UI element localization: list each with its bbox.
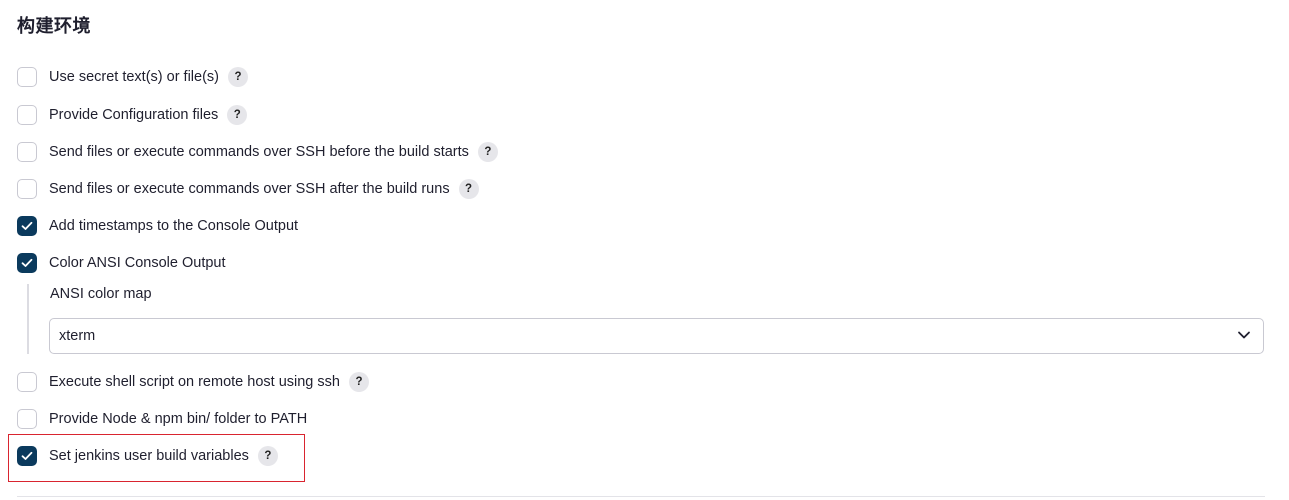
nested-section-indicator [27, 284, 29, 354]
option-use-secret-text[interactable]: Use secret text(s) or file(s) ? [17, 65, 248, 89]
select-value: xterm [59, 328, 96, 344]
option-label: Execute shell script on remote host usin… [49, 374, 340, 390]
checkbox-checked[interactable] [17, 216, 37, 236]
option-ssh-before-build[interactable]: Send files or execute commands over SSH … [17, 140, 498, 164]
checkbox[interactable] [17, 105, 37, 125]
option-label: Use secret text(s) or file(s) [49, 69, 219, 85]
option-label: Provide Configuration files [49, 107, 219, 123]
option-label: Set jenkins user build variables [49, 448, 249, 464]
chevron-down-icon [1238, 331, 1250, 339]
checkbox[interactable] [17, 409, 37, 429]
checkbox[interactable] [17, 67, 37, 87]
ansi-color-map-select[interactable]: xterm [49, 318, 1264, 354]
checkbox[interactable] [17, 142, 37, 162]
help-icon[interactable]: ? [257, 446, 278, 466]
ansi-color-map-label: ANSI color map [50, 286, 152, 302]
check-icon [21, 221, 33, 230]
option-execute-shell-remote-ssh[interactable]: Execute shell script on remote host usin… [17, 370, 369, 394]
option-label: Provide Node & npm bin/ folder to PATH [49, 411, 308, 427]
section-title: 构建环境 [17, 16, 91, 37]
checkbox-checked[interactable] [17, 253, 37, 273]
option-label: Send files or execute commands over SSH … [49, 144, 469, 160]
option-set-jenkins-user-build-variables[interactable]: Set jenkins user build variables ? [17, 444, 278, 468]
check-icon [21, 451, 33, 460]
option-add-timestamps[interactable]: Add timestamps to the Console Output [17, 214, 298, 238]
help-icon[interactable]: ? [458, 179, 479, 199]
help-icon[interactable]: ? [228, 67, 248, 87]
option-label: Send files or execute commands over SSH … [49, 181, 450, 197]
option-provide-configuration-files[interactable]: Provide Configuration files ? [17, 103, 248, 127]
checkbox-checked[interactable] [17, 446, 37, 466]
help-icon[interactable]: ? [227, 105, 248, 125]
section-divider [17, 496, 1265, 497]
option-ssh-after-build[interactable]: Send files or execute commands over SSH … [17, 177, 479, 201]
checkbox[interactable] [17, 179, 37, 199]
checkbox[interactable] [17, 372, 37, 392]
option-label: Color ANSI Console Output [49, 255, 226, 271]
help-icon[interactable]: ? [348, 372, 369, 392]
check-icon [21, 258, 33, 267]
option-provide-node-npm[interactable]: Provide Node & npm bin/ folder to PATH [17, 407, 307, 431]
option-label: Add timestamps to the Console Output [49, 218, 299, 234]
help-icon[interactable]: ? [477, 142, 498, 162]
option-color-ansi-console-output[interactable]: Color ANSI Console Output [17, 251, 226, 275]
